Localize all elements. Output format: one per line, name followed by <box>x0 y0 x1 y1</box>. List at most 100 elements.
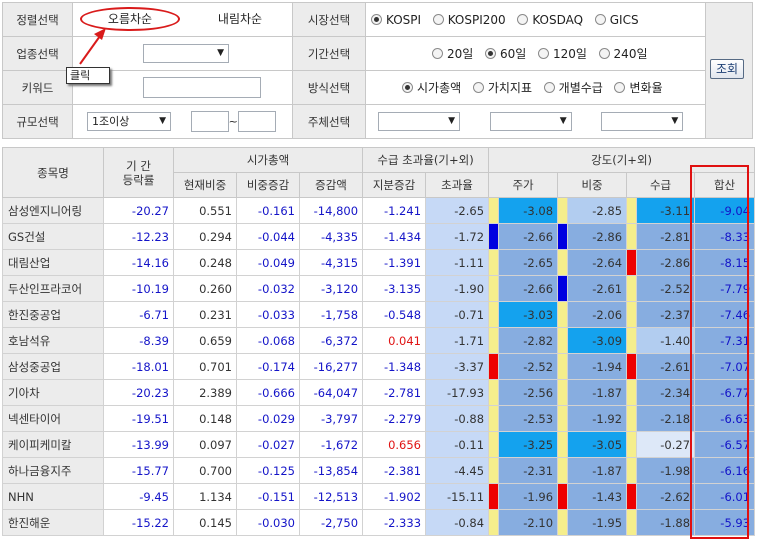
period-rate-cell: -15.77 <box>103 457 174 484</box>
market-option-kosdaq[interactable]: KOSDAQ <box>517 13 583 27</box>
radio-icon[interactable] <box>472 82 484 93</box>
strength-total-cell: -6.57 <box>694 431 756 458</box>
supply-flag <box>626 405 638 432</box>
strength-weight-cell: -1.87 <box>567 379 628 406</box>
market-option-kospi200[interactable]: KOSPI200 <box>432 13 506 27</box>
stock-name[interactable]: 한진해운 <box>2 509 104 536</box>
table-row[interactable]: GS건설 -12.23 0.294 -0.044 -4,335 -1.434 -1.72 -2… <box>2 223 756 250</box>
radio-icon[interactable] <box>484 48 496 59</box>
keyword-label: 키워드 <box>2 70 73 105</box>
price-flag <box>488 301 500 328</box>
period-rate-cell: -15.22 <box>103 509 174 536</box>
stock-name[interactable]: NHN <box>2 483 104 510</box>
industry-select[interactable]: ▼ <box>143 44 229 63</box>
table-row[interactable]: 대림산업 -14.16 0.248 -0.049 -4,315 -1.391 -1.11 -2… <box>2 249 756 276</box>
weight-change-cell: -0.029 <box>236 405 300 432</box>
supply-flag <box>626 483 638 510</box>
excess-rate-cell: -1.11 <box>425 249 490 276</box>
table-row[interactable]: NHN -9.45 1.134 -0.151 -12,513 -1.902 -15.11 -1… <box>2 483 756 510</box>
table-row[interactable]: 삼성중공업 -18.01 0.701 -0.174 -16,277 -1.348 -3.37… <box>2 353 756 380</box>
radio-icon[interactable] <box>371 14 382 26</box>
table-row[interactable]: 케이피케미칼 -13.99 0.097 -0.027 -1,672 0.656 -0.11-… <box>2 431 756 458</box>
market-option-kospi[interactable]: KOSPI <box>371 13 421 27</box>
period-rate-cell: -10.19 <box>103 275 174 302</box>
strength-weight-cell: -1.95 <box>567 509 628 536</box>
period-option-240[interactable]: 240일 <box>598 45 648 62</box>
stock-name[interactable]: 대림산업 <box>2 249 104 276</box>
period-option-60[interactable]: 60일 <box>484 45 526 62</box>
method-option-value[interactable]: 가치지표 <box>472 79 532 96</box>
excess-rate-cell: -0.71 <box>425 301 490 328</box>
stock-name[interactable]: 하나금융지주 <box>2 457 104 484</box>
method-option-mcap[interactable]: 시가총액 <box>402 79 461 96</box>
change-amount-cell: -13,854 <box>298 457 364 484</box>
radio-icon[interactable] <box>517 14 529 26</box>
stock-name[interactable]: GS건설 <box>2 223 104 250</box>
stock-name[interactable]: 두산인프라코어 <box>2 275 104 302</box>
header-strength-price: 주가 <box>488 172 559 198</box>
share-change-cell: -1.434 <box>362 223 427 250</box>
header-change-amount: 증감액 <box>298 172 364 198</box>
strength-price-cell: -2.65 <box>498 249 559 276</box>
stock-name[interactable]: 한진중공업 <box>2 301 104 328</box>
excess-rate-cell: -2.65 <box>425 197 490 224</box>
subject-select-3[interactable]: ▼ <box>601 112 684 131</box>
excess-rate-cell: -15.11 <box>425 483 490 510</box>
table-row[interactable]: 한진해운 -15.22 0.145 -0.030 -2,750 -2.333 -0.84 -2… <box>2 509 756 536</box>
radio-icon[interactable] <box>598 48 610 59</box>
table-row[interactable]: 한진중공업 -6.71 0.231 -0.033 -1,758 -0.548 -0.71 -3… <box>2 301 756 328</box>
range-to-input[interactable] <box>237 111 276 132</box>
method-option-change[interactable]: 변화율 <box>614 79 663 96</box>
strength-weight-cell: -1.92 <box>567 405 628 432</box>
radio-icon[interactable] <box>432 48 443 59</box>
radio-icon[interactable] <box>402 82 413 93</box>
strength-price-cell: -3.25 <box>498 431 559 458</box>
table-row[interactable]: 기아차 -20.23 2.389 -0.666 -64,047 -2.781 -17.93-… <box>2 379 756 406</box>
stock-name[interactable]: 케이피케미칼 <box>2 431 104 458</box>
stock-name[interactable]: 호남석유 <box>2 327 104 354</box>
header-strength: 강도(기+외) <box>488 147 756 173</box>
industry-label: 업종선택 <box>2 36 73 71</box>
price-flag <box>488 275 500 302</box>
query-button[interactable]: 조회 <box>710 59 744 79</box>
table-row[interactable]: 두산인프라코어 -10.19 0.260 -0.032 -3,120 -3.135 -1.9… <box>2 275 756 302</box>
stock-name[interactable]: 넥센타이어 <box>2 405 104 432</box>
period-option-20[interactable]: 20일 <box>432 45 473 62</box>
strength-supply-cell: -0.27 <box>636 431 696 458</box>
range-separator: ~ <box>228 115 238 128</box>
excess-rate-cell: -4.45 <box>425 457 490 484</box>
weight-change-cell: -0.033 <box>236 301 300 328</box>
period-rate-cell: -9.45 <box>103 483 174 510</box>
weight-flag <box>557 301 569 328</box>
period-rate-cell: -8.39 <box>103 327 174 354</box>
sort-ascending-button[interactable]: 오름차순 <box>80 7 180 31</box>
sort-descending-button[interactable]: 내림차순 <box>200 7 280 31</box>
table-row[interactable]: 호남석유 -8.39 0.659 -0.068 -6,372 0.041 -1.71 -2.8… <box>2 327 756 354</box>
header-strength-total: 합산 <box>694 172 756 198</box>
radio-icon[interactable] <box>543 82 555 93</box>
size-select[interactable]: 1조이상 ▼ <box>87 112 171 131</box>
strength-weight-cell: -3.09 <box>567 327 628 354</box>
stock-name[interactable]: 삼성중공업 <box>2 353 104 380</box>
range-from-input[interactable] <box>190 111 229 132</box>
radio-icon[interactable] <box>537 48 549 59</box>
period-option-120[interactable]: 120일 <box>537 45 587 62</box>
weight-change-cell: -0.666 <box>236 379 300 406</box>
table-row[interactable]: 넥센타이어 -19.51 0.148 -0.029 -3,797 -2.279 -0.88-… <box>2 405 756 432</box>
market-option-gics[interactable]: GICS <box>594 13 639 27</box>
stock-name[interactable]: 삼성엔지니어링 <box>2 197 104 224</box>
radio-icon[interactable] <box>432 14 444 26</box>
table-row[interactable]: 삼성엔지니어링 -20.27 0.551 -0.161 -14,800 -1.241 -2.… <box>2 197 756 224</box>
chevron-down-icon: ▼ <box>671 116 679 126</box>
radio-icon[interactable] <box>594 14 606 26</box>
table-row[interactable]: 하나금융지주 -15.77 0.700 -0.125 -13,854 -2.381 -4.4… <box>2 457 756 484</box>
keyword-input[interactable] <box>143 77 261 98</box>
subject-select-2[interactable]: ▼ <box>489 112 572 131</box>
share-change-cell: 0.656 <box>362 431 427 458</box>
method-option-supply[interactable]: 개별수급 <box>543 79 603 96</box>
stock-name[interactable]: 기아차 <box>2 379 104 406</box>
radio-icon[interactable] <box>614 82 626 93</box>
subject-select-1[interactable]: ▼ <box>378 112 460 131</box>
strength-total-cell: -6.16 <box>694 457 756 484</box>
header-period-rate: 기 간 등락률 <box>103 147 174 198</box>
